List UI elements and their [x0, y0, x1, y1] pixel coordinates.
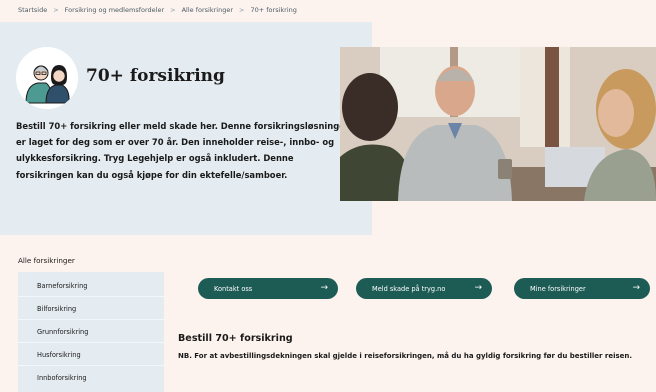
- sidebar-item-husforsikring[interactable]: Husforsikring: [37, 351, 81, 359]
- breadcrumb-item-startside[interactable]: Startside: [18, 6, 47, 14]
- contact-button[interactable]: Kontakt oss →: [198, 278, 338, 299]
- elderly-couple-icon: [16, 47, 78, 109]
- report-damage-button-label: Meld skade på tryg.no: [372, 284, 446, 293]
- my-insurances-button-label: Mine forsikringer: [530, 284, 586, 293]
- sidebar-item-barneforsikring[interactable]: Barneforsikring: [37, 282, 87, 290]
- my-insurances-button[interactable]: Mine forsikringer →: [514, 278, 650, 299]
- breadcrumb-separator: >: [53, 6, 59, 14]
- hero-photo: [340, 47, 656, 201]
- contact-button-label: Kontakt oss: [214, 284, 253, 293]
- breadcrumb-item-alle-forsikringer[interactable]: Alle forsikringer: [182, 6, 233, 14]
- sidebar-heading: Alle forsikringer: [18, 256, 75, 265]
- arrow-right-icon: →: [632, 283, 640, 293]
- breadcrumb: Startside > Forsikring og medlemsfordeler >…: [18, 6, 297, 14]
- arrow-right-icon: →: [474, 283, 482, 293]
- sidebar-item-bilforsikring[interactable]: Bilforsikring: [37, 305, 76, 313]
- sidebar-item-grunnforsikring[interactable]: Grunnforsikring: [37, 328, 88, 336]
- breadcrumb-item-forsikring[interactable]: Forsikring og medlemsfordeler: [65, 6, 164, 14]
- arrow-right-icon: →: [320, 283, 328, 293]
- section-title: Bestill 70+ forsikring: [178, 333, 293, 344]
- report-damage-button[interactable]: Meld skade på tryg.no →: [356, 278, 492, 299]
- sidebar: Barneforsikring Bilforsikring Grunnforsi…: [18, 272, 164, 392]
- sidebar-divider: [18, 365, 164, 366]
- breadcrumb-separator: >: [170, 6, 176, 14]
- hero-description: Bestill 70+ forsikring eller meld skade …: [16, 121, 351, 180]
- sidebar-divider: [18, 319, 164, 320]
- breadcrumb-item-current: 70+ forsikring: [250, 6, 297, 14]
- breadcrumb-separator: >: [239, 6, 245, 14]
- sidebar-item-innboforsikring[interactable]: Innboforsikring: [37, 374, 87, 382]
- sidebar-divider: [18, 342, 164, 343]
- page-title: 70+ forsikring: [86, 66, 225, 86]
- cancellation-note: NB. For at avbestillingsdekningen skal g…: [178, 352, 633, 360]
- sidebar-divider: [18, 296, 164, 297]
- hero-panel: 70+ forsikring Bestill 70+ forsikring el…: [0, 22, 372, 235]
